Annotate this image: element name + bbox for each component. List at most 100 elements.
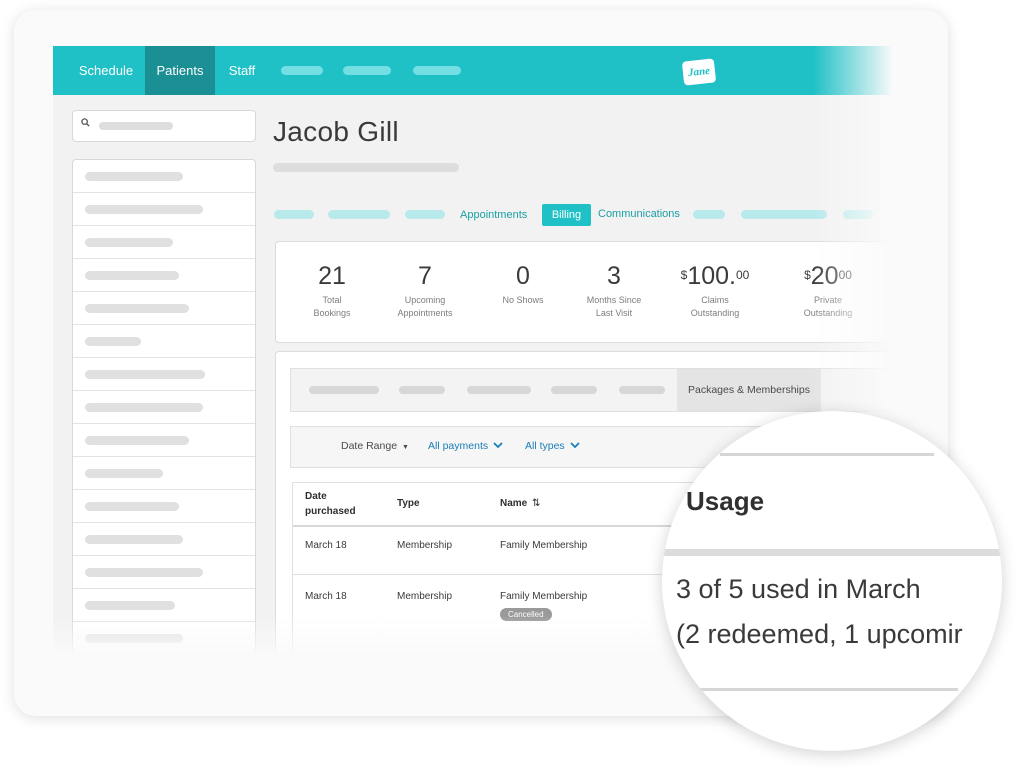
subtab-placeholder[interactable] (619, 386, 665, 394)
patient-list (72, 159, 256, 656)
stat-label: Private (813, 295, 842, 305)
cell-date: March 18 (305, 591, 347, 602)
column-name[interactable]: Name ⇅ (500, 498, 540, 509)
tab-communications[interactable]: Communications (598, 208, 680, 220)
patient-name: Jacob Gill (273, 116, 399, 147)
cell-type: Membership (397, 591, 453, 602)
column-date-purchased[interactable]: Date purchased (305, 489, 356, 519)
stat-total-bookings: 21 Total Bookings (287, 262, 377, 320)
status-badge: Cancelled (500, 608, 552, 621)
subtab-placeholder[interactable] (309, 386, 379, 394)
billing-subtabs: Packages & Memberships (290, 368, 893, 412)
tab-placeholder[interactable] (328, 210, 390, 219)
list-item[interactable] (73, 457, 255, 490)
usage-magnifier: Usage 3 of 5 used in March (2 redeemed, … (662, 411, 1002, 751)
list-item[interactable] (73, 490, 255, 523)
payments-filter-dropdown[interactable]: All payments (428, 440, 503, 452)
caret-down-icon: ▼ (401, 444, 409, 451)
nav-schedule[interactable]: Schedule (69, 46, 143, 95)
stat-label: Appointments (397, 308, 453, 318)
list-item[interactable] (73, 259, 255, 292)
subtab-placeholder[interactable] (467, 386, 531, 394)
nav-placeholder[interactable] (343, 66, 391, 75)
stat-label: No Shows (502, 295, 544, 305)
stat-label: Outstanding (690, 308, 740, 318)
stat-no-shows: 0 No Shows (478, 262, 568, 307)
stat-label: Upcoming (404, 295, 446, 305)
list-item[interactable] (73, 424, 255, 457)
stat-label: Bookings (313, 308, 351, 318)
tab-placeholder[interactable] (274, 210, 314, 219)
jane-logo[interactable]: Jane (681, 58, 717, 86)
nav-placeholder[interactable] (413, 66, 461, 75)
column-label: Name (500, 498, 528, 509)
stat-label: Outstanding (803, 308, 853, 318)
types-filter-label: All types (525, 440, 565, 452)
subtab-placeholder[interactable] (399, 386, 445, 394)
patient-details-placeholder (273, 163, 459, 172)
stat-label: Claims (701, 295, 729, 305)
tab-placeholder[interactable] (843, 210, 873, 219)
list-item[interactable] (73, 622, 255, 655)
divider (694, 688, 958, 691)
chevron-down-icon (569, 442, 580, 449)
cell-name[interactable]: Family Membership (500, 591, 587, 602)
divider (720, 453, 934, 456)
stat-value: 100. (687, 262, 736, 290)
patient-search-input[interactable] (72, 110, 256, 142)
search-placeholder (99, 122, 173, 130)
date-range-dropdown[interactable]: Date Range ▼ (341, 440, 409, 452)
stat-value: 7 (418, 262, 432, 290)
types-filter-dropdown[interactable]: All types (525, 440, 580, 452)
usage-heading: Usage (686, 486, 765, 516)
tab-appointments[interactable]: Appointments (460, 209, 527, 221)
stat-label: Months Since (586, 295, 642, 305)
list-item[interactable] (73, 556, 255, 589)
usage-detail: (2 redeemed, 1 upcomir (676, 619, 963, 649)
usage-count: 3 of 5 used in March (676, 574, 921, 604)
list-item[interactable] (73, 358, 255, 391)
stat-value: 20 (810, 262, 839, 290)
cell-name[interactable]: Family Membership (500, 540, 587, 551)
stat-value: 0 (516, 262, 530, 290)
chevron-down-icon (493, 442, 503, 449)
subtab-placeholder[interactable] (551, 386, 597, 394)
list-item[interactable] (73, 325, 255, 358)
payments-filter-label: All payments (428, 440, 489, 452)
tab-packages-memberships[interactable]: Packages & Memberships (677, 369, 821, 411)
list-item[interactable] (73, 292, 255, 325)
cell-date: March 18 (305, 540, 347, 551)
list-item[interactable] (73, 655, 255, 656)
cell-type: Membership (397, 540, 453, 551)
list-item[interactable] (73, 160, 255, 193)
top-nav: Schedule Patients Staff Jane (53, 46, 893, 95)
column-label: Date (305, 491, 327, 502)
stat-months-since-visit: 3 Months Since Last Visit (569, 262, 659, 320)
list-item[interactable] (73, 391, 255, 424)
list-item[interactable] (73, 589, 255, 622)
nav-staff[interactable]: Staff (221, 46, 263, 95)
tab-placeholder[interactable] (741, 210, 827, 219)
tab-placeholder[interactable] (693, 210, 725, 219)
list-item[interactable] (73, 226, 255, 259)
list-item[interactable] (73, 523, 255, 556)
billing-summary: 21 Total Bookings 7 Upcoming Appointments … (275, 241, 893, 343)
tab-billing[interactable]: Billing (542, 204, 591, 226)
divider (662, 549, 1002, 556)
nav-patients[interactable]: Patients (145, 46, 215, 95)
stat-cents: 00 (838, 268, 852, 282)
sort-icon[interactable]: ⇅ (532, 498, 540, 509)
column-type[interactable]: Type (397, 498, 420, 509)
search-icon (81, 118, 90, 127)
stat-value: 21 (318, 262, 346, 290)
nav-placeholder[interactable] (281, 66, 323, 75)
list-item[interactable] (73, 193, 255, 226)
stat-label: Total (322, 295, 342, 305)
stat-label: Last Visit (595, 308, 633, 318)
column-label: purchased (305, 506, 356, 517)
stat-claims-outstanding: $100.00 Claims Outstanding (670, 262, 760, 320)
tab-placeholder[interactable] (405, 210, 445, 219)
stat-value: 3 (607, 262, 621, 290)
stat-upcoming-appointments: 7 Upcoming Appointments (380, 262, 470, 320)
currency-symbol: $ (680, 268, 688, 282)
